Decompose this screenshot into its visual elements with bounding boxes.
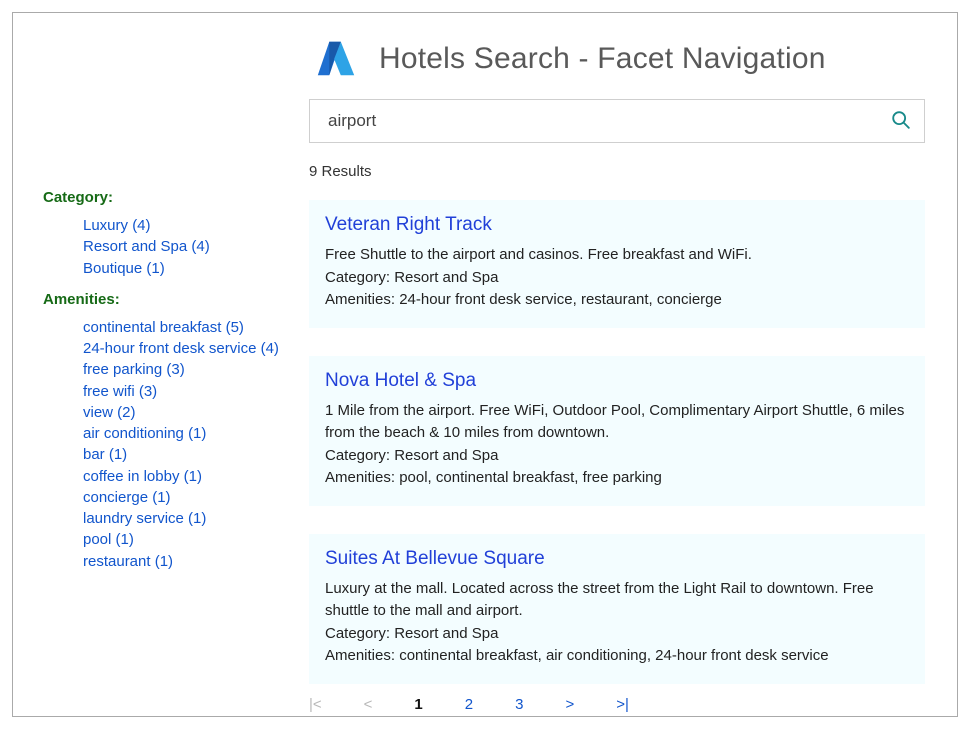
facet-item[interactable]: free wifi (3) [83,382,283,402]
facet-item[interactable]: view (2) [83,403,283,423]
results-count: 9 Results [309,163,957,180]
facet-item[interactable]: Boutique (1) [83,259,283,279]
facet-item[interactable]: 24-hour front desk service (4) [83,339,283,359]
facet-sidebar: Category: Luxury (4) Resort and Spa (4) … [43,189,283,584]
result-description: 1 Mile from the airport. Free WiFi, Outd… [325,400,909,445]
pager-last[interactable]: >| [616,696,629,713]
pager-prev: < [364,696,373,713]
pager-page-1: 1 [414,696,422,713]
result-card: Veteran Right Track Free Shuttle to the … [309,200,925,328]
pager-next[interactable]: > [565,696,574,713]
result-card: Suites At Bellevue Square Luxury at the … [309,534,925,684]
results-list: Veteran Right Track Free Shuttle to the … [309,200,925,684]
result-title[interactable]: Veteran Right Track [325,214,909,236]
facet-heading-category: Category: [43,189,283,206]
facet-item[interactable]: air conditioning (1) [83,424,283,444]
result-description: Luxury at the mall. Located across the s… [325,578,909,623]
result-amenities: Amenities: continental breakfast, air co… [325,645,909,668]
facet-list-category: Luxury (4) Resort and Spa (4) Boutique (… [43,216,283,279]
result-amenities: Amenities: 24-hour front desk service, r… [325,289,909,312]
result-card: Nova Hotel & Spa 1 Mile from the airport… [309,356,925,506]
result-category: Category: Resort and Spa [325,623,909,646]
facet-item[interactable]: coffee in lobby (1) [83,467,283,487]
facet-item[interactable]: pool (1) [83,530,283,550]
facet-item[interactable]: bar (1) [83,445,283,465]
result-title[interactable]: Nova Hotel & Spa [325,370,909,392]
facet-item[interactable]: Luxury (4) [83,216,283,236]
facet-item[interactable]: continental breakfast (5) [83,318,283,338]
result-title[interactable]: Suites At Bellevue Square [325,548,909,570]
search-button[interactable] [877,99,925,143]
page-title: Hotels Search - Facet Navigation [379,42,826,76]
facet-heading-amenities: Amenities: [43,291,283,308]
facet-list-amenities: continental breakfast (5) 24-hour front … [43,318,283,572]
result-description: Free Shuttle to the airport and casinos.… [325,244,909,267]
facet-item[interactable]: Resort and Spa (4) [83,237,283,257]
facet-item[interactable]: restaurant (1) [83,552,283,572]
pager-first: |< [309,696,322,713]
pager: |< < 1 2 3 > >| [309,696,957,713]
pager-page-2[interactable]: 2 [465,696,473,713]
result-amenities: Amenities: pool, continental breakfast, … [325,467,909,490]
search-row [309,99,925,143]
facet-item[interactable]: free parking (3) [83,360,283,380]
header: Hotels Search - Facet Navigation [13,13,957,93]
result-category: Category: Resort and Spa [325,445,909,468]
search-icon [890,109,912,134]
facet-item[interactable]: concierge (1) [83,488,283,508]
search-input[interactable] [309,99,925,143]
facet-item[interactable]: laundry service (1) [83,509,283,529]
result-category: Category: Resort and Spa [325,267,909,290]
azure-logo-icon [313,35,359,83]
app-frame: Hotels Search - Facet Navigation 9 Resul… [12,12,958,717]
pager-page-3[interactable]: 3 [515,696,523,713]
